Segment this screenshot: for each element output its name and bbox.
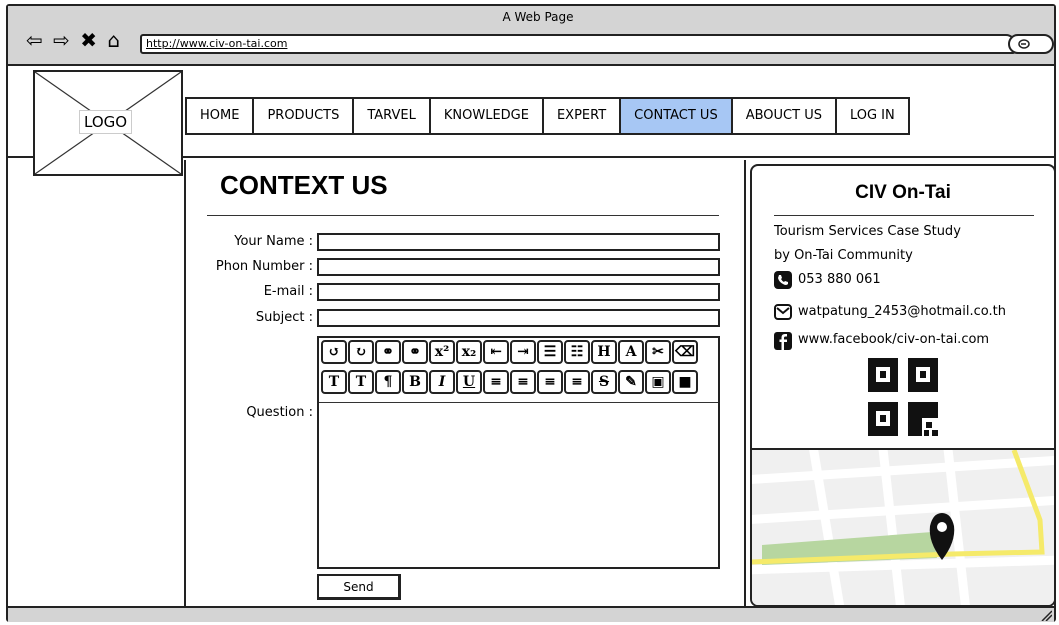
sidebar-rule <box>774 215 1034 216</box>
sidebar-phone: 053 880 061 <box>798 272 881 287</box>
indent-icon[interactable]: ⇥ <box>510 340 536 364</box>
paragraph-icon[interactable]: ¶ <box>375 370 401 394</box>
resize-grip-icon[interactable] <box>1040 609 1052 621</box>
browser-search-button[interactable] <box>1008 34 1054 54</box>
eraser-icon[interactable]: ⌫ <box>672 340 698 364</box>
nav-expert[interactable]: EXPERT <box>544 99 622 133</box>
phone-label: Phon Number : <box>215 259 313 274</box>
cut-icon[interactable]: ✂ <box>645 340 671 364</box>
sidebar-email[interactable]: watpatung_2453@hotmail.co.th <box>798 304 1006 319</box>
url-bar[interactable]: http://www.civ-on-tai.com <box>140 34 1016 54</box>
qr-code <box>868 358 940 442</box>
email-label: E-mail : <box>263 284 313 299</box>
unlink-icon[interactable]: ⚭ <box>402 340 428 364</box>
numbered-list-icon[interactable]: ☷ <box>564 340 590 364</box>
location-map[interactable] <box>752 448 1054 605</box>
attachment-icon[interactable]: ✎ <box>618 370 644 394</box>
browser-nav-icons[interactable]: ⇦ ⇨ ✖ ⌂ <box>26 28 122 52</box>
question-editor[interactable]: ↺ ↻ ⚭ ⚭ x² x₂ ⇤ ⇥ ☰ ☷ H A ✂ ⌫ T T ¶ B I … <box>317 336 720 569</box>
name-input[interactable] <box>317 233 720 251</box>
column-divider <box>744 160 746 606</box>
link-icon[interactable]: ⚭ <box>375 340 401 364</box>
map-graphic <box>752 450 1054 605</box>
align-center-icon[interactable]: ≡ <box>510 370 536 394</box>
logo-text: LOGO <box>79 110 133 134</box>
superscript-icon[interactable]: x² <box>429 340 455 364</box>
bullet-list-icon[interactable]: ☰ <box>537 340 563 364</box>
sidebar-line-1: Tourism Services Case Study <box>774 224 961 239</box>
main-nav: HOME PRODUCTS TARVEL KNOWLEDGE EXPERT CO… <box>185 97 910 135</box>
heading-icon[interactable]: H <box>591 340 617 364</box>
image-icon[interactable]: ▣ <box>645 370 671 394</box>
text-size-icon[interactable]: T <box>321 370 347 394</box>
question-label: Question : <box>246 405 313 420</box>
subject-input[interactable] <box>317 309 720 327</box>
form-heading: CONTEXT US <box>220 170 388 200</box>
email-input[interactable] <box>317 283 720 301</box>
phone-input[interactable] <box>317 258 720 276</box>
nav-products[interactable]: PRODUCTS <box>254 99 355 133</box>
redo-icon[interactable]: ↻ <box>348 340 374 364</box>
undo-icon[interactable]: ↺ <box>321 340 347 364</box>
font-color-icon[interactable]: A <box>618 340 644 364</box>
outdent-icon[interactable]: ⇤ <box>483 340 509 364</box>
nav-log-in[interactable]: LOG IN <box>837 99 908 133</box>
subject-label: Subject : <box>255 310 313 325</box>
browser-statusbar <box>8 606 1054 622</box>
editor-toolbar-separator <box>319 402 718 403</box>
editor-toolbar-row-2: T T ¶ B I U ≡ ≡ ≡ ≡ S ✎ ▣ ■ <box>321 370 698 394</box>
video-icon[interactable]: ■ <box>672 370 698 394</box>
search-icon <box>1017 36 1033 53</box>
heading-rule <box>207 215 719 216</box>
nav-about-us[interactable]: ABOUCT US <box>733 99 837 133</box>
sidebar-facebook[interactable]: www.facebook/civ-on-tai.com <box>798 332 989 347</box>
nav-travel[interactable]: TARVEL <box>354 99 431 133</box>
text-style-icon[interactable]: T <box>348 370 374 394</box>
sidebar-title: CIV On-Tai <box>855 182 951 203</box>
subscript-icon[interactable]: x₂ <box>456 340 482 364</box>
nav-home[interactable]: HOME <box>187 99 255 133</box>
align-right-icon[interactable]: ≡ <box>537 370 563 394</box>
italic-icon[interactable]: I <box>429 370 455 394</box>
browser-titlebar: A Web Page ⇦ ⇨ ✖ ⌂ http://www.civ-on-tai… <box>8 6 1054 66</box>
logo-placeholder: LOGO <box>33 70 183 176</box>
page-title: A Web Page <box>502 10 574 24</box>
sidebar-line-2: by On-Tai Community <box>774 248 913 263</box>
send-button[interactable]: Send <box>317 574 401 600</box>
facebook-icon <box>774 332 792 350</box>
strikethrough-icon[interactable]: S <box>591 370 617 394</box>
nav-knowledge[interactable]: KNOWLEDGE <box>431 99 544 133</box>
content-left-border <box>184 160 186 606</box>
editor-toolbar-row-1: ↺ ↻ ⚭ ⚭ x² x₂ ⇤ ⇥ ☰ ☷ H A ✂ ⌫ <box>321 340 698 364</box>
justify-icon[interactable]: ≡ <box>564 370 590 394</box>
nav-contact-us[interactable]: CONTACT US <box>621 99 733 133</box>
email-icon <box>774 303 792 321</box>
bold-icon[interactable]: B <box>402 370 428 394</box>
name-label: Your Name : <box>234 234 313 249</box>
phone-icon <box>774 271 792 289</box>
underline-icon[interactable]: U <box>456 370 482 394</box>
align-left-icon[interactable]: ≡ <box>483 370 509 394</box>
contact-sidebar: CIV On-Tai Tourism Services Case Study b… <box>750 164 1056 607</box>
